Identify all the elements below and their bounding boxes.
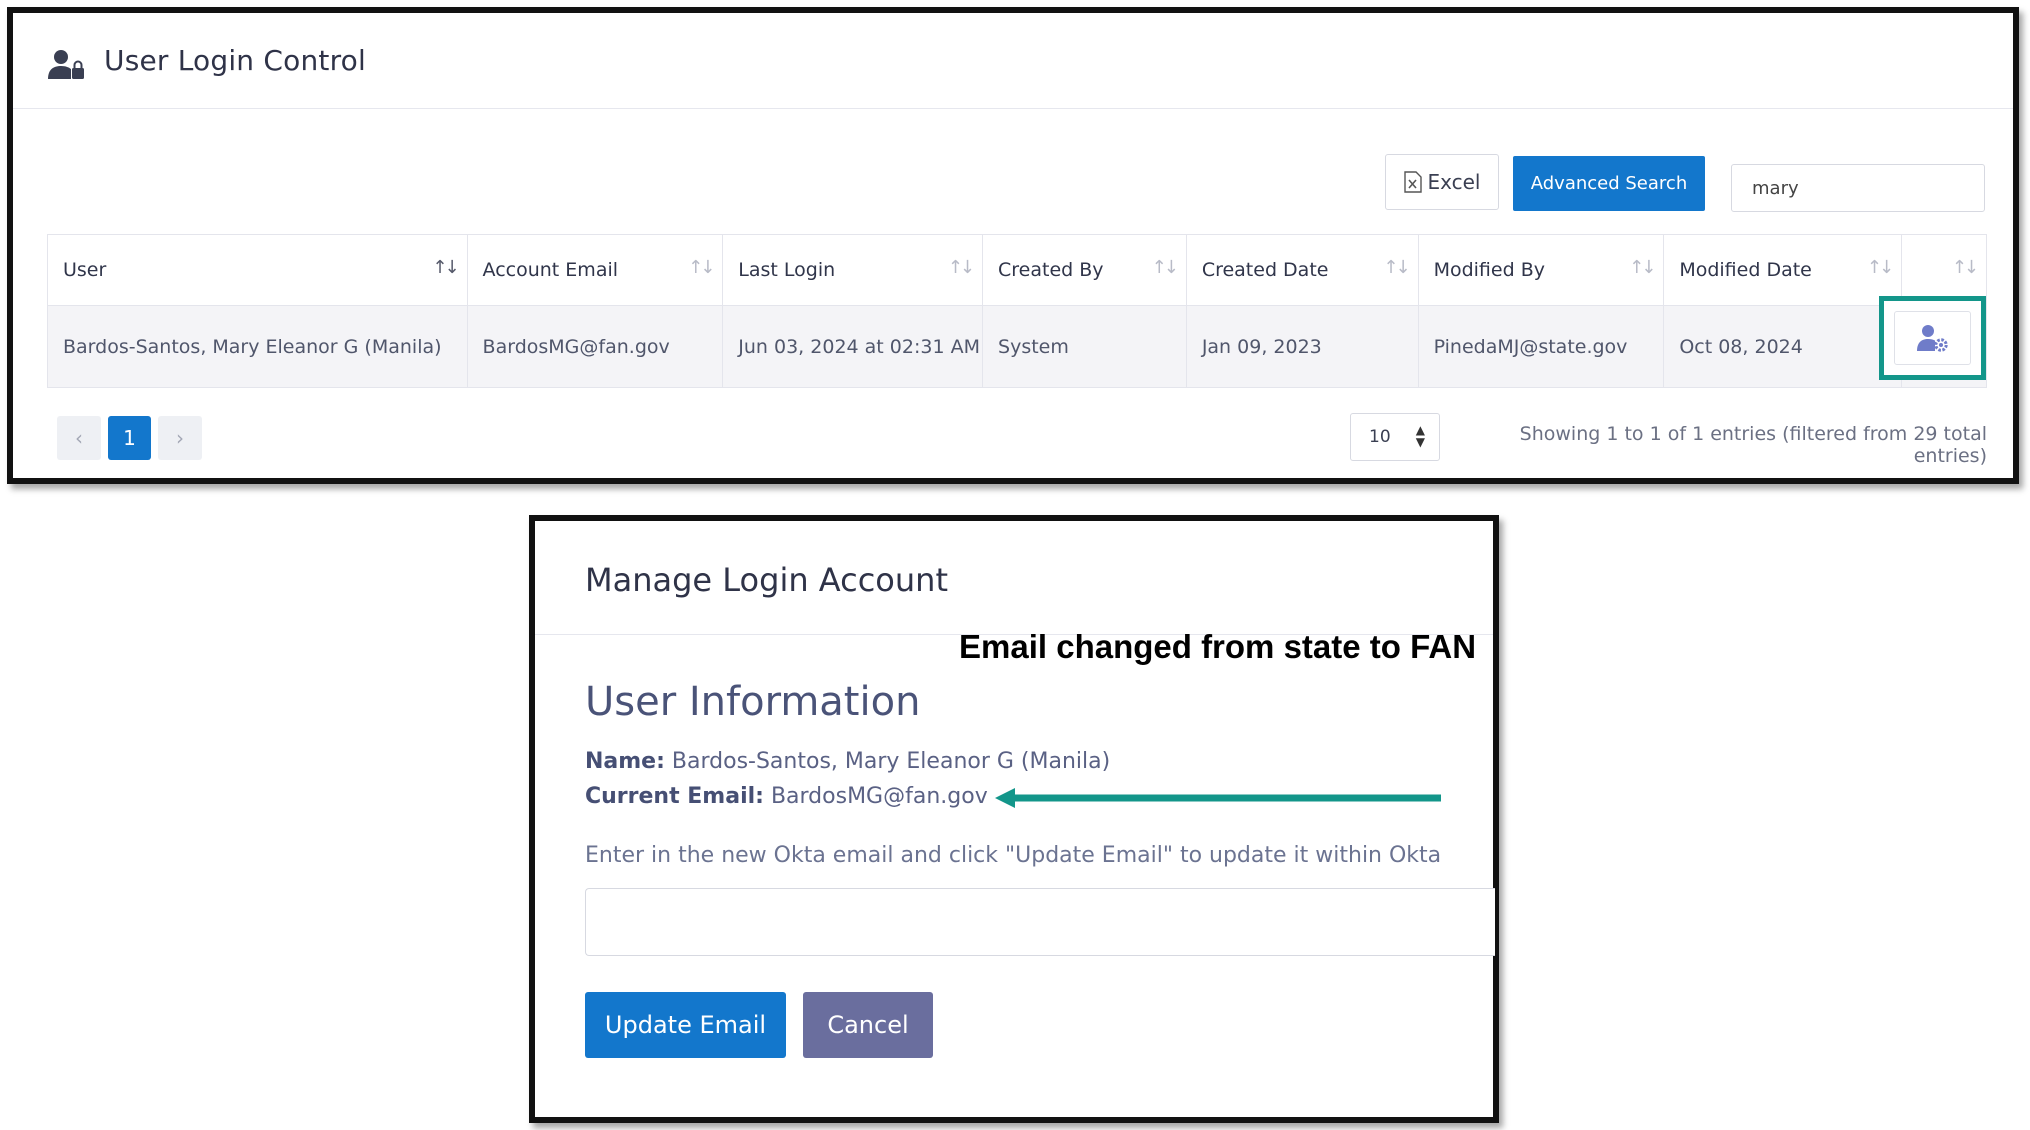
- column-header-modified-by[interactable]: Modified By ↑↓: [1419, 235, 1665, 305]
- cell-created-by: System: [983, 306, 1187, 387]
- page-size-value: 10: [1369, 427, 1391, 447]
- user-gear-icon: [1916, 325, 1948, 352]
- cell-last-login: Jun 03, 2024 at 02:31 AM: [723, 306, 984, 387]
- excel-file-icon: [1403, 171, 1422, 193]
- advanced-search-button[interactable]: Advanced Search: [1513, 156, 1705, 211]
- current-email-value: BardosMG@fan.gov: [770, 784, 988, 809]
- column-header-created-by[interactable]: Created By ↑↓: [983, 235, 1187, 305]
- sort-caret-icon: ▲ ▼: [1415, 423, 1425, 449]
- column-label: Modified By: [1433, 259, 1545, 281]
- entries-info: Showing 1 to 1 of 1 entries (filtered fr…: [1519, 423, 1987, 467]
- new-email-input[interactable]: [585, 888, 1495, 956]
- pagination-page-1[interactable]: 1: [108, 416, 151, 460]
- manage-login-button[interactable]: [1894, 311, 1971, 365]
- users-table: User ↑↓ Account Email ↑↓ Last Login ↑↓ C…: [47, 234, 1987, 388]
- sort-icon: ↑↓: [1383, 257, 1410, 278]
- user-lock-icon: [48, 50, 84, 79]
- column-header-last-login[interactable]: Last Login ↑↓: [723, 235, 984, 305]
- sort-icon: ↑↓: [1629, 257, 1656, 278]
- excel-export-button[interactable]: Excel: [1385, 154, 1499, 210]
- cell-created-date: Jan 09, 2023: [1187, 306, 1419, 387]
- sort-icon: ↑↓: [688, 257, 715, 278]
- sort-icon: ↑↓: [1151, 257, 1179, 278]
- cell-user: Bardos-Santos, Mary Eleanor G (Manila): [48, 306, 468, 387]
- sort-icon: ↑↓: [432, 257, 459, 278]
- column-header-created-date[interactable]: Created Date ↑↓: [1187, 235, 1419, 305]
- sort-icon: ↑↓: [1866, 257, 1894, 278]
- column-label: Account Email: [482, 259, 619, 281]
- column-header-user[interactable]: User ↑↓: [48, 235, 468, 305]
- sort-icon: ↑↓: [1951, 257, 1979, 278]
- manage-login-highlight: [1879, 296, 1986, 380]
- sort-icon: ↑↓: [947, 257, 975, 278]
- column-label: Modified Date: [1679, 259, 1812, 281]
- annotation-arrow-icon: [995, 788, 1441, 808]
- update-email-button[interactable]: Update Email: [585, 992, 786, 1058]
- column-header-account-email[interactable]: Account Email ↑↓: [468, 235, 724, 305]
- page-title: User Login Control: [104, 44, 366, 77]
- table-header: User ↑↓ Account Email ↑↓ Last Login ↑↓ C…: [48, 235, 1986, 306]
- search-input[interactable]: mary: [1731, 164, 1985, 212]
- column-label: User: [63, 259, 107, 281]
- modal-header: Manage Login Account: [535, 521, 1493, 635]
- column-header-modified-date[interactable]: Modified Date ↑↓: [1664, 235, 1903, 305]
- panel-header: User Login Control: [13, 13, 2013, 109]
- name-label: Name:: [585, 749, 665, 774]
- cell-modified-by: PinedaMJ@state.gov: [1419, 306, 1665, 387]
- name-value: Bardos-Santos, Mary Eleanor G (Manila): [671, 749, 1111, 774]
- section-title: User Information: [585, 679, 921, 725]
- column-header-actions[interactable]: ↑↓: [1902, 235, 1986, 305]
- page-size-select[interactable]: 10 ▲ ▼: [1350, 413, 1440, 461]
- cell-modified-date: Oct 08, 2024: [1664, 306, 1903, 387]
- annotation-callout: Email changed from state to FAN: [959, 628, 1477, 665]
- pagination-prev-button[interactable]: ‹: [57, 416, 101, 460]
- cancel-button[interactable]: Cancel: [803, 992, 933, 1058]
- current-email-label: Current Email:: [585, 784, 764, 809]
- column-label: Created Date: [1201, 259, 1329, 281]
- cell-account-email: BardosMG@fan.gov: [468, 306, 724, 387]
- user-login-control-panel: User Login Control Excel Advanced Search…: [7, 7, 2019, 484]
- excel-label: Excel: [1427, 170, 1481, 194]
- column-label: Created By: [998, 259, 1104, 281]
- name-line: Name: Bardos-Santos, Mary Eleanor G (Man…: [585, 749, 1110, 774]
- current-email-line: Current Email: BardosMG@fan.gov: [585, 784, 988, 809]
- modal-title: Manage Login Account: [585, 561, 948, 599]
- column-label: Last Login: [738, 259, 836, 281]
- manage-login-account-modal: Manage Login Account Email changed from …: [529, 515, 1499, 1123]
- instructions-text: Enter in the new Okta email and click "U…: [585, 843, 1442, 868]
- table-row[interactable]: Bardos-Santos, Mary Eleanor G (Manila) B…: [48, 306, 1986, 387]
- pagination-next-button[interactable]: ›: [158, 416, 202, 460]
